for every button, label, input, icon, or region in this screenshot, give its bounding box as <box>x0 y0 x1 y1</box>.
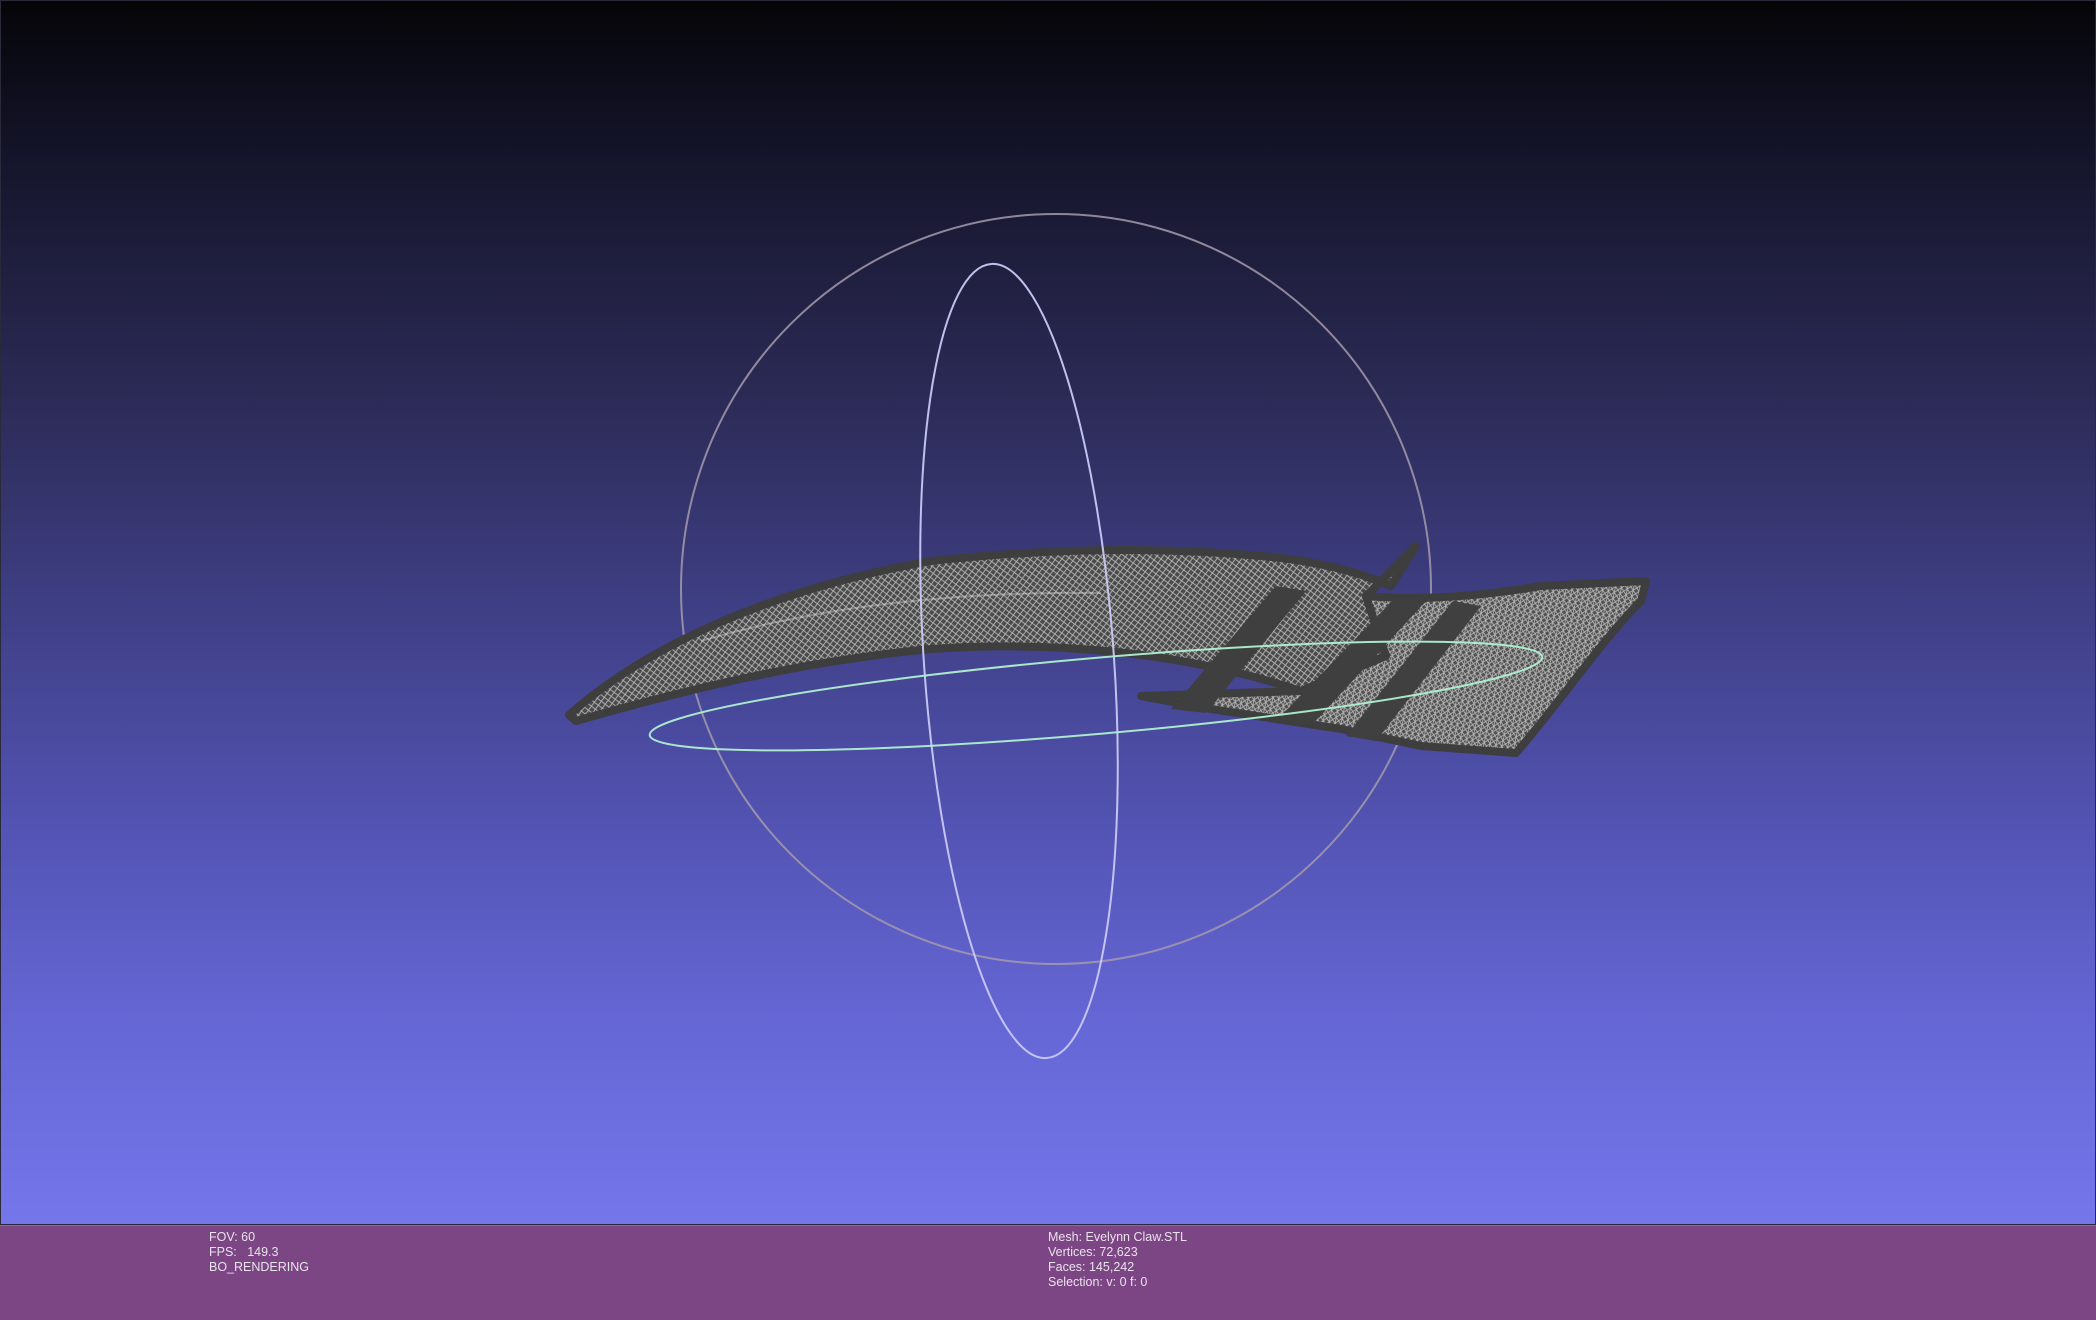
mesh-info: Mesh: Evelynn Claw.STL Vertices: 72,623 … <box>1048 1230 1187 1290</box>
selection-readout: Selection: v: 0 f: 0 <box>1048 1275 1148 1289</box>
fps-readout: FPS: 149.3 <box>209 1245 279 1259</box>
render-info: FOV: 60 FPS: 149.3 BO_RENDERING <box>209 1230 309 1275</box>
scene-canvas[interactable] <box>1 1 2096 1225</box>
fov-readout: FOV: 60 <box>209 1230 256 1244</box>
vertices-readout: Vertices: 72,623 <box>1048 1245 1138 1259</box>
mesh-name-readout: Mesh: Evelynn Claw.STL <box>1048 1230 1187 1244</box>
render-mode-readout: BO_RENDERING <box>209 1260 310 1274</box>
faces-readout: Faces: 145,242 <box>1048 1260 1135 1274</box>
3d-viewport[interactable] <box>0 0 2096 1225</box>
status-info-bar: FOV: 60 FPS: 149.3 BO_RENDERING Mesh: Ev… <box>0 1225 2096 1320</box>
